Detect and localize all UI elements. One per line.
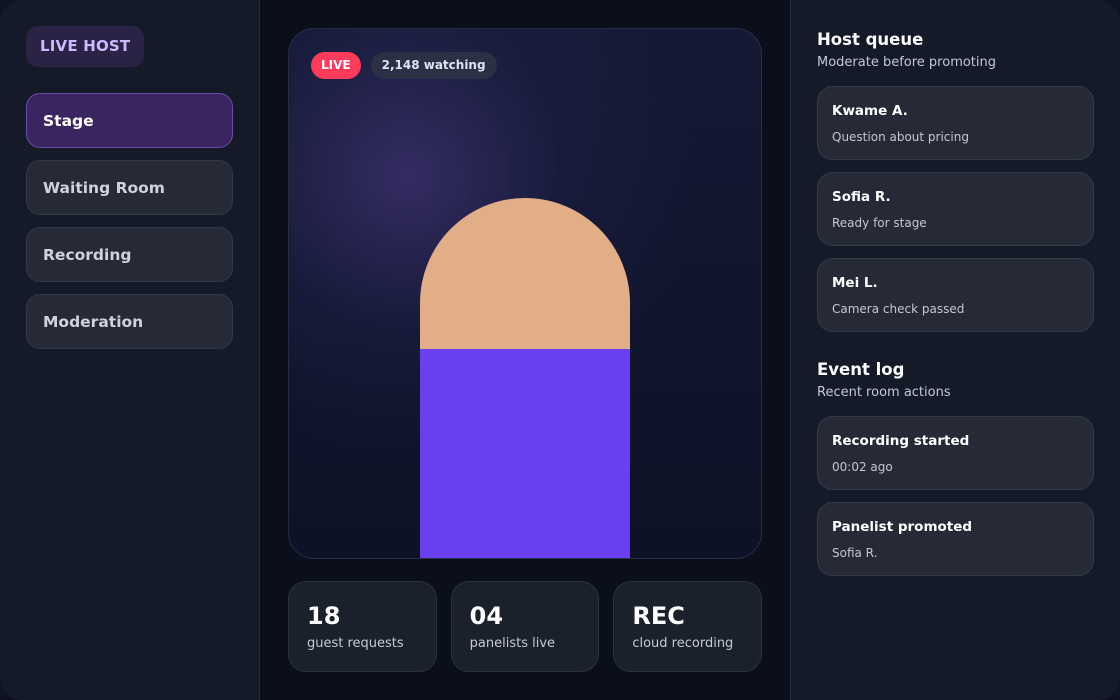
sidebar-item-moderation[interactable]: Moderation [26, 294, 233, 349]
stat-value: 04 [469, 602, 504, 630]
stat-label: panelists live [469, 636, 556, 651]
avatar-head-shape [420, 198, 630, 349]
stat-value: 18 [307, 602, 341, 630]
stat-card-panelists-live: 04 panelists live [450, 581, 600, 672]
section-subtitle: Moderate before promoting [817, 55, 997, 70]
sidebar-item-label: Moderation [43, 312, 144, 331]
stage-area: LIVE 2,148 watching 18 guest requests 04… [260, 0, 790, 700]
stage-badges: LIVE 2,148 watching [311, 52, 497, 79]
queue-item-name: Sofia R. [832, 189, 891, 205]
stat-card-cloud-recording: REC cloud recording [613, 581, 763, 672]
sidebar-item-recording[interactable]: Recording [26, 227, 233, 282]
stat-value: REC [632, 602, 685, 630]
event-log-section: Event log Recent room actions Recording … [817, 360, 1094, 576]
event-item-title: Recording started [832, 433, 970, 449]
queue-item[interactable]: Mei L. Camera check passed [817, 258, 1094, 332]
event-item[interactable]: Recording started 00:02 ago [817, 416, 1094, 490]
avatar-body-shape [420, 349, 630, 558]
queue-list: Kwame A. Question about pricing Sofia R.… [817, 86, 1094, 332]
stat-label: guest requests [307, 636, 404, 651]
section-subtitle: Recent room actions [817, 385, 951, 400]
event-item-detail: Sofia R. [832, 546, 878, 560]
event-item-title: Panelist promoted [832, 519, 973, 535]
queue-item[interactable]: Kwame A. Question about pricing [817, 86, 1094, 160]
viewer-count-badge: 2,148 watching [370, 52, 497, 79]
queue-item-name: Kwame A. [832, 103, 908, 119]
brand-badge: LIVE HOST [26, 26, 145, 67]
queue-item-status: Ready for stage [832, 216, 927, 230]
live-badge: LIVE [311, 52, 361, 79]
queue-item-name: Mei L. [832, 275, 878, 291]
host-queue-section: Host queue Moderate before promoting Kwa… [817, 30, 1094, 332]
app-window: LIVE HOST Stage Waiting Room Recording M… [0, 0, 1120, 700]
event-item-detail: 00:02 ago [832, 460, 893, 474]
right-panel: Host queue Moderate before promoting Kwa… [790, 0, 1120, 700]
queue-item-status: Question about pricing [832, 130, 969, 144]
section-title: Event log [817, 360, 905, 379]
queue-item[interactable]: Sofia R. Ready for stage [817, 172, 1094, 246]
queue-item-status: Camera check passed [832, 302, 965, 316]
event-item[interactable]: Panelist promoted Sofia R. [817, 502, 1094, 576]
sidebar-item-label: Waiting Room [43, 178, 165, 197]
sidebar-item-label: Stage [43, 111, 94, 130]
stat-card-guest-requests: 18 guest requests [288, 581, 437, 672]
sidebar: LIVE HOST Stage Waiting Room Recording M… [0, 0, 260, 700]
sidebar-nav: Stage Waiting Room Recording Moderation [26, 93, 233, 349]
stats-row: 18 guest requests 04 panelists live REC … [288, 581, 763, 672]
sidebar-item-label: Recording [43, 245, 132, 264]
section-title: Host queue [817, 30, 924, 49]
stat-label: cloud recording [632, 636, 734, 651]
event-list: Recording started 00:02 ago Panelist pro… [817, 416, 1094, 576]
stage-preview[interactable]: LIVE 2,148 watching [288, 28, 762, 559]
speaker-avatar [420, 198, 630, 558]
sidebar-item-stage[interactable]: Stage [26, 93, 233, 148]
sidebar-item-waiting-room[interactable]: Waiting Room [26, 160, 233, 215]
